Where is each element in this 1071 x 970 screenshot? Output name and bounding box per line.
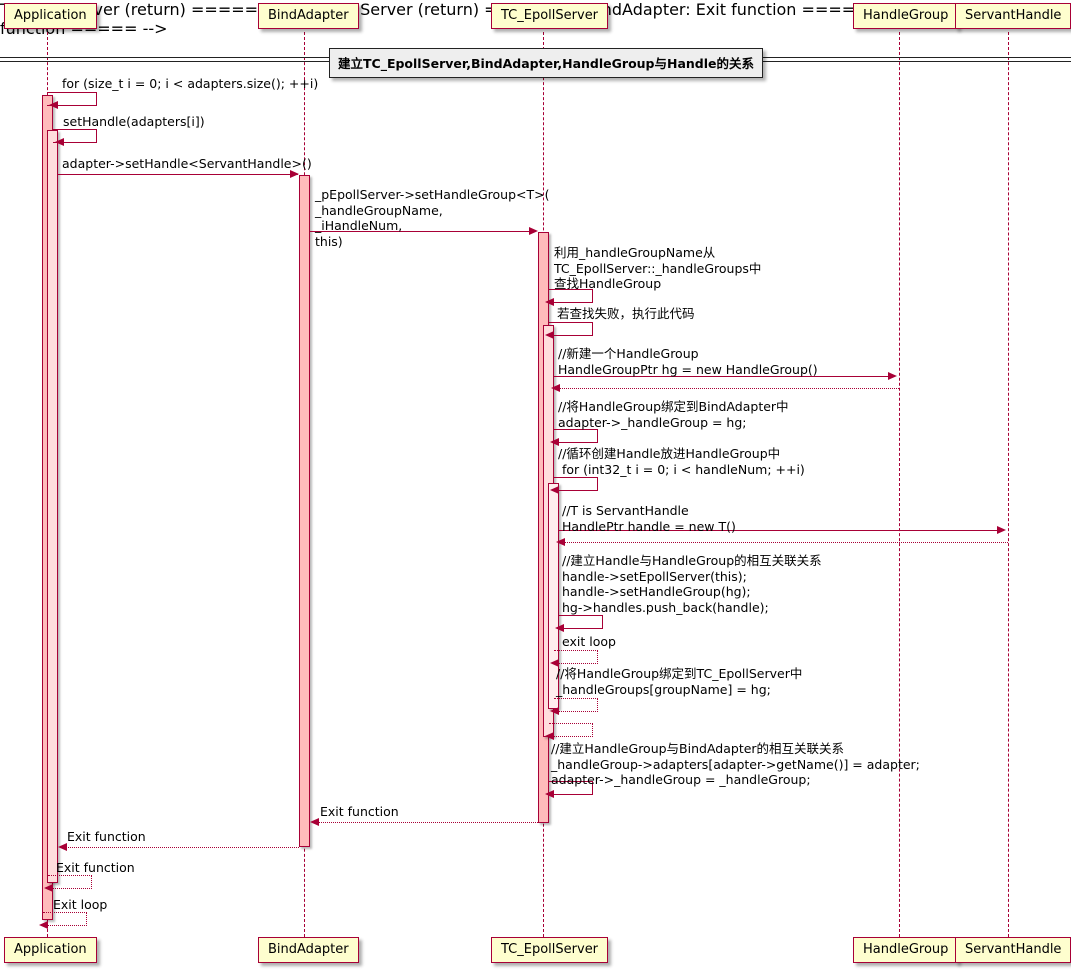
message-label-m19: Exit function (67, 829, 146, 844)
participant-bindadapter-bottom[interactable]: BindAdapter (258, 937, 359, 963)
message-label-m10: //循环创建Handle放进HandleGroup中 for (int32_t … (558, 446, 805, 477)
arrow-head-m05 (545, 298, 554, 306)
arrow-line-m03 (58, 174, 298, 175)
lifeline-servanthandle (1008, 32, 1009, 937)
participant-tcepollserver-top[interactable]: TC_EpollServer (491, 3, 609, 29)
arrow-head-m10 (550, 486, 559, 494)
message-label-m11: //T is ServantHandle HandlePtr handle = … (562, 503, 736, 534)
activation-application-nested (47, 130, 58, 883)
arrow-head-m19 (58, 843, 67, 851)
arrow-head-m07 (888, 372, 897, 380)
selfcall-m10 (554, 477, 598, 491)
selfcall-m15 (554, 698, 598, 712)
participant-servanthandle-top[interactable]: ServantHandle (955, 3, 1071, 29)
selfcall-m06 (549, 322, 593, 336)
arrow-head-m21 (39, 921, 48, 929)
message-label-m04: _pEpollServer->setHandleGroup<T>( _handl… (315, 187, 550, 249)
message-label-m07: //新建一个HandleGroup HandleGroupPtr hg = ne… (558, 346, 818, 377)
message-label-m15: //将HandleGroup绑定到TC_EpollServer中 _handle… (556, 666, 803, 697)
arrow-head-m01 (49, 101, 58, 109)
arrow-head-m16 (545, 732, 554, 740)
participant-handlegroup-bottom[interactable]: HandleGroup (853, 937, 959, 963)
divider-label: 建立TC_EpollServer,BindAdapter,HandleGroup… (329, 48, 764, 78)
message-label-m13: //建立Handle与HandleGroup的相互关联关系 handle->se… (562, 553, 822, 615)
arrow-line-m18 (315, 822, 538, 823)
message-label-m17: //建立HandleGroup与BindAdapter的相互关联关系 _hand… (551, 741, 920, 787)
message-label-m09: //将HandleGroup绑定到BindAdapter中 adapter->_… (558, 399, 789, 430)
message-label-m20: Exit function (56, 860, 135, 875)
selfcall-m09 (554, 429, 598, 443)
message-label-m02: setHandle(adapters[i]) (63, 114, 205, 129)
participant-tcepollserver-bottom[interactable]: TC_EpollServer (491, 937, 609, 963)
activation-bindadapter (299, 175, 310, 847)
lifeline-handlegroup (899, 32, 900, 937)
participant-servanthandle-bottom[interactable]: ServantHandle (955, 937, 1071, 963)
participant-application-bottom[interactable]: Application (4, 937, 97, 963)
arrow-line-m12 (561, 542, 1008, 543)
message-label-m06: 若查找失败，执行此代码 (557, 306, 695, 321)
participant-application-top[interactable]: Application (4, 3, 97, 29)
message-label-m21: Exit loop (53, 897, 108, 912)
arrow-head-m11 (997, 526, 1006, 534)
selfcall-m13 (559, 615, 603, 629)
participant-bindadapter-top[interactable]: BindAdapter (258, 3, 359, 29)
message-label-m18: Exit function (320, 804, 399, 819)
selfcall-m20 (48, 875, 92, 889)
message-label-m05: 利用_handleGroupName从 TC_EpollServer::_han… (554, 245, 762, 291)
arrow-head-m15 (550, 707, 559, 715)
arrow-head-m18 (310, 818, 319, 826)
arrow-head-m13 (555, 624, 564, 632)
selfcall-m16 (549, 723, 593, 737)
arrow-line-m19 (63, 847, 299, 848)
arrow-head-m17 (545, 790, 554, 798)
selfcall-m14 (554, 650, 598, 664)
sequence-diagram-canvas: Application BindAdapter TC_EpollServer H… (0, 0, 1071, 970)
arrow-head-m09 (550, 438, 559, 446)
participant-handlegroup-top[interactable]: HandleGroup (853, 3, 959, 29)
arrow-head-m06 (545, 331, 554, 339)
arrow-line-m08 (556, 388, 899, 389)
arrow-head-m20 (44, 884, 53, 892)
message-label-m01: for (size_t i = 0; i < adapters.size(); … (62, 76, 319, 91)
message-label-m03: adapter->setHandle<ServantHandle>() (62, 156, 312, 171)
arrow-head-m12 (556, 538, 565, 546)
arrow-head-m08 (551, 384, 560, 392)
arrow-head-m02 (55, 138, 64, 146)
message-label-m14: exit loop (562, 634, 616, 649)
selfcall-m21 (43, 912, 87, 926)
